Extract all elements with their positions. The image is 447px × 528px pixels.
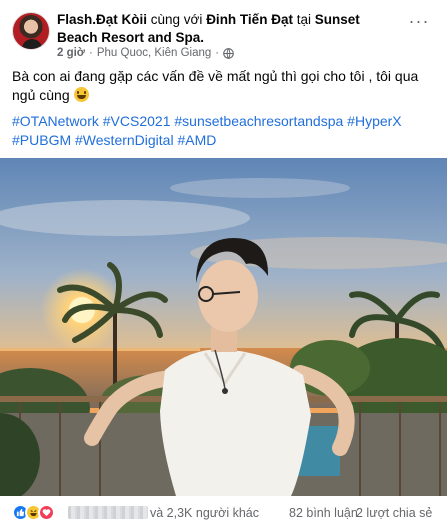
post-body: Bà con ai đang gặp các vấn đề về mất ngủ… xyxy=(12,68,419,103)
post-place[interactable]: Phu Quoc, Kiên Giang xyxy=(97,47,211,59)
hashtag-link[interactable]: #WesternDigital xyxy=(75,132,174,148)
post-time[interactable]: 2 giờ xyxy=(57,47,85,59)
facebook-post: Flash.Đạt Kòii cùng với Đinh Tiến Đạt tạ… xyxy=(0,0,447,528)
author-avatar[interactable] xyxy=(12,12,50,50)
post-header: Flash.Đạt Kòii cùng với Đinh Tiến Đạt tạ… xyxy=(0,0,447,64)
hashtag-link[interactable]: #VCS2021 xyxy=(103,113,171,129)
post-header-text: Flash.Đạt Kòii cùng với Đinh Tiến Đạt tạ… xyxy=(57,11,402,47)
at-word: tại xyxy=(296,12,311,27)
more-options-button[interactable]: ··· xyxy=(404,12,434,36)
post-footer: và 2,3K người khác 82 bình luận 2 lượt c… xyxy=(0,496,447,528)
blurred-reactor-name[interactable] xyxy=(68,506,148,519)
tagged-friend[interactable]: Đinh Tiến Đạt xyxy=(206,12,293,27)
meta-separator: · xyxy=(89,47,93,59)
hashtag-link[interactable]: #PUBGM xyxy=(12,132,71,148)
post-photo[interactable] xyxy=(0,158,447,496)
sunset-photo xyxy=(0,158,447,496)
love-icon xyxy=(38,504,55,521)
post-meta: 2 giờ · Phu Quoc, Kiên Giang · xyxy=(57,47,234,59)
grinning-face-emoji xyxy=(73,87,89,102)
with-word: cùng với xyxy=(150,12,203,27)
globe-icon[interactable] xyxy=(223,47,234,59)
post-text: Bà con ai đang gặp các vấn đề về mất ngủ… xyxy=(12,67,437,105)
hashtag-list: #OTANetwork #VCS2021 #sunsetbeachresorta… xyxy=(12,112,437,150)
comments-count[interactable]: 82 bình luận xyxy=(289,506,358,520)
hashtag-link[interactable]: #sunsetbeachresortandspa xyxy=(174,113,343,129)
reaction-icons[interactable] xyxy=(12,504,55,521)
likes-count[interactable]: và 2,3K người khác xyxy=(150,506,259,520)
shares-count[interactable]: 2 lượt chia sẻ xyxy=(356,506,432,520)
meta-separator-2: · xyxy=(215,47,220,59)
hashtag-link[interactable]: #AMD xyxy=(177,132,216,148)
location-suffix: . xyxy=(200,30,205,45)
author-name[interactable]: Flash.Đạt Kòii xyxy=(57,12,147,27)
hashtag-link[interactable]: #HyperX xyxy=(347,113,401,129)
hashtag-link[interactable]: #OTANetwork xyxy=(12,113,99,129)
